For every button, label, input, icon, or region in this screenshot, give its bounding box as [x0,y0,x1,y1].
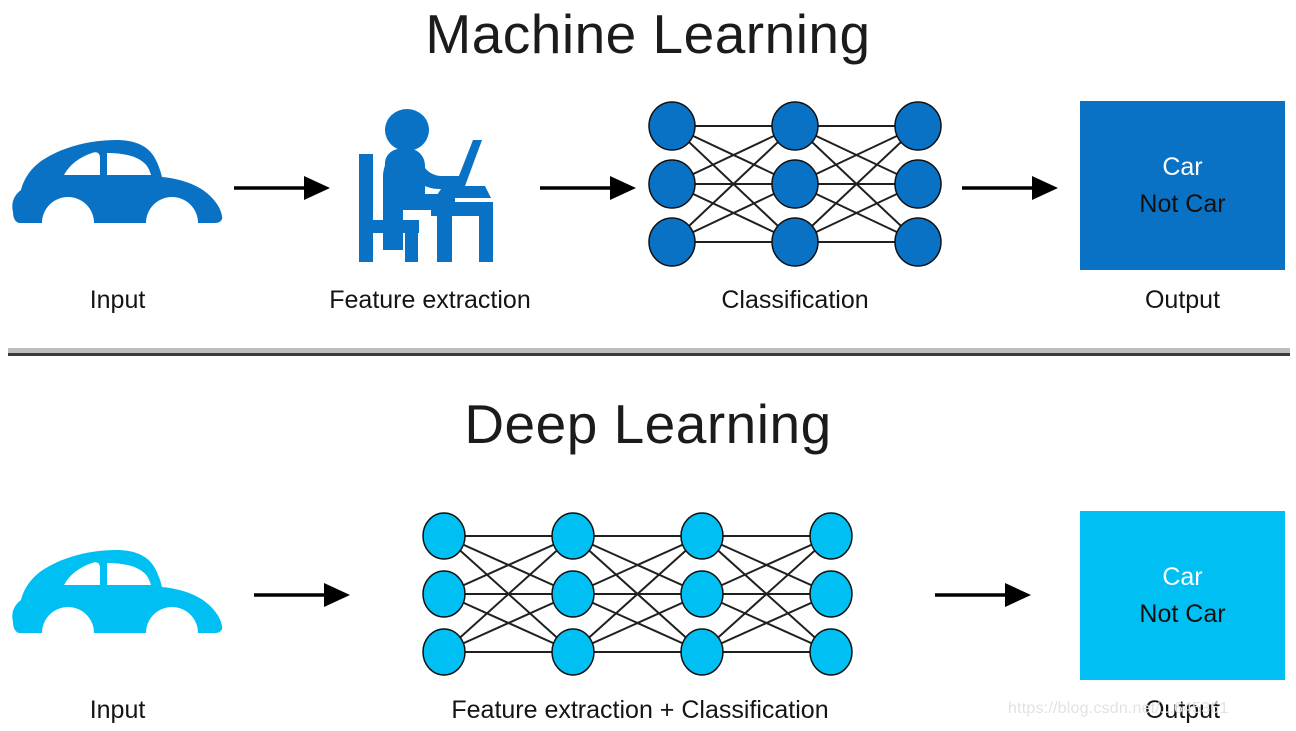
output-box-ml: Car Not Car [1080,101,1285,270]
output-label-car-dl: Car [1162,563,1203,592]
arrow-icon [962,176,1058,200]
arrow-icon [254,583,350,607]
arrow-icon [234,176,330,200]
neural-network-icon [418,512,858,676]
output-label-not-car-ml: Not Car [1139,189,1226,218]
caption-output-ml: Output [1144,286,1221,314]
arrow-icon [540,176,636,200]
car-icon [10,128,225,245]
person-at-laptop-icon [345,109,515,262]
machine-learning-title: Machine Learning [425,3,871,65]
diagram-canvas: Machine Learning Input Feature extractio… [0,0,1296,731]
caption-input-dl: Input [89,696,146,724]
caption-feature-extraction-classification-dl: Feature extraction + Classification [451,696,829,724]
output-label-car-ml: Car [1162,153,1203,182]
watermark-text: https://blog.csdn.net/...645361 [1008,700,1229,717]
output-box-dl: Car Not Car [1080,511,1285,680]
arrow-icon [935,583,1031,607]
car-icon [10,538,225,655]
output-label-not-car-dl: Not Car [1139,599,1226,628]
deep-learning-title: Deep Learning [464,393,832,455]
caption-classification-ml: Classification [721,286,869,314]
section-divider [8,348,1290,356]
divider-rule [8,353,1290,356]
neural-network-icon [640,101,950,267]
caption-feature-extraction-ml: Feature extraction [329,286,531,314]
caption-input-ml: Input [89,286,146,314]
